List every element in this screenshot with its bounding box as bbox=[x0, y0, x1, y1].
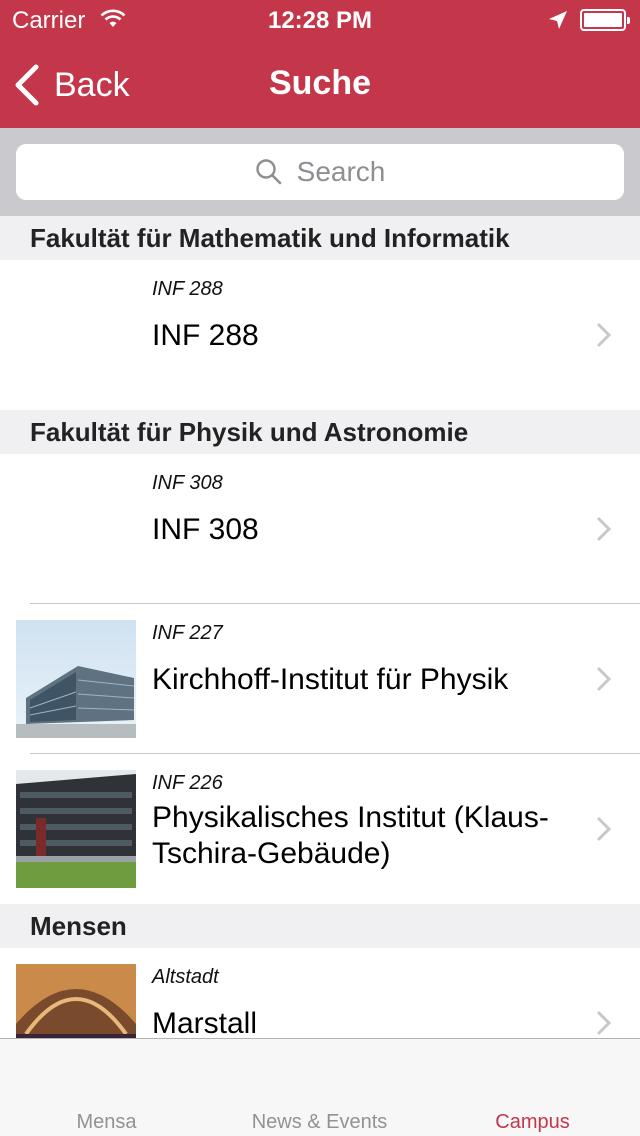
tab-campus[interactable]: Campus bbox=[426, 1111, 639, 1134]
search-icon bbox=[255, 159, 281, 185]
chevron-right-icon bbox=[597, 667, 612, 691]
item-subtitle: INF 308 bbox=[152, 472, 223, 494]
navigation-bar: Carrier 12:28 PM Back Suche bbox=[0, 0, 640, 128]
battery-icon bbox=[580, 9, 630, 31]
tab-mensa[interactable]: Mensa bbox=[0, 1111, 213, 1134]
chevron-right-icon bbox=[597, 1011, 612, 1035]
item-subtitle: INF 288 bbox=[152, 278, 223, 300]
tab-news-events[interactable]: News & Events bbox=[213, 1111, 426, 1134]
clock: 12:28 PM bbox=[267, 7, 373, 34]
item-title: INF 308 bbox=[152, 513, 259, 546]
chevron-right-icon bbox=[597, 817, 612, 841]
building-dark-photo bbox=[16, 770, 136, 888]
list-item[interactable]: INF 227 Kirchhoff-Institut für Physik bbox=[0, 604, 640, 754]
item-title: Kirchhoff-Institut für Physik bbox=[152, 663, 509, 696]
item-subtitle: INF 227 bbox=[152, 622, 223, 644]
item-title: Physikalisches Institut (Klaus-Tschira-G… bbox=[152, 801, 549, 870]
mensa-hall-photo bbox=[16, 964, 136, 1038]
location-arrow-icon bbox=[549, 11, 567, 29]
list-item[interactable]: Altstadt Marstall bbox=[0, 948, 640, 1038]
list-item[interactable]: INF 308 INF 308 bbox=[0, 454, 640, 604]
item-subtitle: Altstadt bbox=[152, 966, 219, 988]
section-header: Fakultät für Physik und Astronomie bbox=[0, 410, 640, 454]
search-input[interactable]: Search bbox=[16, 144, 624, 200]
list-item[interactable]: INF 226 Physikalisches Institut (Klaus-T… bbox=[0, 754, 640, 904]
search-placeholder: Search bbox=[296, 156, 386, 187]
item-title: INF 288 bbox=[152, 319, 259, 352]
chevron-right-icon bbox=[597, 323, 612, 347]
search-bar: Search bbox=[0, 128, 640, 216]
results-list: Fakultät für Mathematik und Informatik I… bbox=[0, 216, 640, 1038]
section-header: Fakultät für Mathematik und Informatik bbox=[0, 216, 640, 260]
page-title: Suche bbox=[268, 64, 372, 102]
list-item[interactable]: INF 288 INF 288 bbox=[0, 260, 640, 410]
item-title: Marstall bbox=[152, 1007, 258, 1038]
section-header: Mensen bbox=[0, 904, 640, 948]
building-glass-photo bbox=[16, 620, 136, 738]
status-bar: Carrier 12:28 PM bbox=[0, 0, 640, 40]
item-subtitle: INF 226 bbox=[152, 772, 223, 794]
chevron-right-icon bbox=[597, 517, 612, 541]
tab-bar: Mensa News & Events Campus bbox=[0, 1038, 640, 1136]
